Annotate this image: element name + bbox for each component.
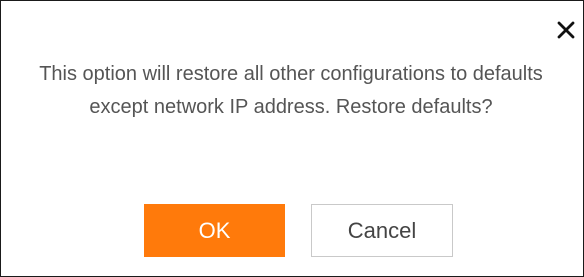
cancel-button[interactable]: Cancel [311,204,453,257]
close-button[interactable] [552,16,580,44]
restore-defaults-dialog: This option will restore all other confi… [0,0,584,277]
close-icon [557,21,575,39]
ok-button[interactable]: OK [144,204,285,257]
dialog-message: This option will restore all other confi… [39,63,543,118]
